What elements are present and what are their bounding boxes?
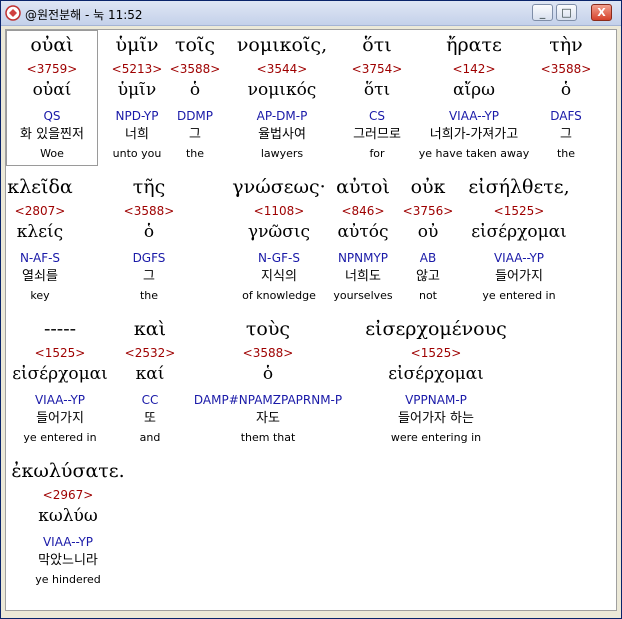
app-icon <box>5 5 21 21</box>
maximize-button[interactable]: □ <box>556 4 577 21</box>
korean-gloss: 그 <box>560 127 572 142</box>
greek-word: εἰσερχομένους <box>365 318 507 340</box>
title-bar[interactable]: @원전분해 - 눅 11:52 _ □ X <box>1 1 621 26</box>
window-title: @원전분해 - 눅 11:52 <box>25 8 143 22</box>
strong-number[interactable]: <2967> <box>0 487 178 503</box>
greek-word: εἰσήλθετε, <box>468 176 570 198</box>
parsing-code: VIAA--YP <box>493 251 545 265</box>
lemma-word: εἰσέρχομαι <box>471 222 567 242</box>
parsing-code: VIAA--YP <box>42 535 94 549</box>
close-button[interactable]: X <box>591 4 612 21</box>
lemma-word: κωλύω <box>38 506 98 526</box>
strong-number[interactable]: <1525> <box>409 203 622 219</box>
english-gloss: were entering in <box>390 431 482 444</box>
strong-number[interactable]: <3588> <box>456 61 622 77</box>
parsing-code: VPPNAM-P <box>405 393 467 407</box>
strong-number[interactable]: <1525> <box>326 345 546 361</box>
korean-gloss: 막았느니라 <box>38 553 98 568</box>
parsing-code: DAFS <box>550 109 582 123</box>
korean-gloss: 들어가지 <box>495 269 543 284</box>
lemma-word: ὁ <box>560 80 572 100</box>
greek-word: ἐκωλύσατε. <box>11 460 125 482</box>
korean-gloss: 들어가자 하는 <box>398 411 474 426</box>
english-gloss: ye entered in <box>482 289 556 302</box>
lemma-word: εἰσέρχομαι <box>388 364 484 384</box>
english-gloss: the <box>556 147 576 160</box>
greek-word: τὴν <box>549 34 583 56</box>
interlinear-panel: οὐαὶ <3759> οὐαί QS 화 있을찐저 Woe ὑμῖν <5213> ὑμῖν N… <box>5 29 617 611</box>
minimize-button[interactable]: _ <box>532 4 553 21</box>
english-gloss: ye hindered <box>35 573 101 586</box>
app-window: @원전분해 - 눅 11:52 _ □ X οὐαὶ <3759> οὐαί QS 화 … <box>0 0 622 619</box>
